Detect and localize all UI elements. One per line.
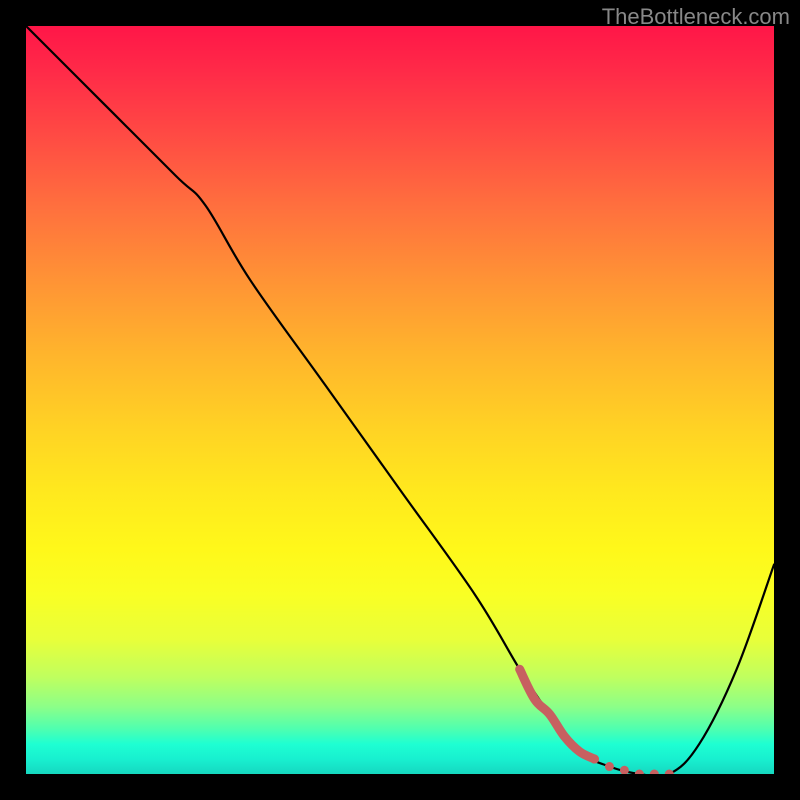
- highlight-dot: [620, 766, 629, 774]
- highlight-dot: [635, 770, 644, 775]
- highlight-dot: [665, 770, 674, 775]
- highlight-dot: [590, 755, 599, 764]
- highlight-dot: [650, 770, 659, 775]
- main-curve: [26, 26, 774, 774]
- highlight-dot: [605, 762, 614, 771]
- plot-area: [26, 26, 774, 774]
- highlight-curve: [520, 669, 674, 774]
- watermark-text: TheBottleneck.com: [602, 4, 790, 30]
- chart-svg: [26, 26, 774, 774]
